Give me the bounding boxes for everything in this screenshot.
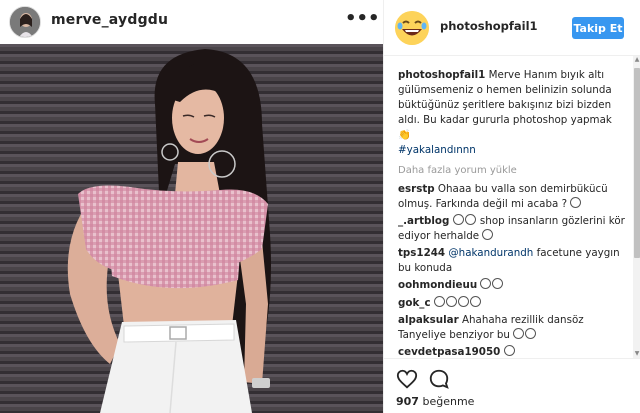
more-options-icon[interactable]: ••• [345, 10, 380, 30]
laugh-emoji-icon [480, 278, 492, 289]
laugh-emoji-icon [433, 295, 445, 307]
comment-mention[interactable]: @hakandurandh [448, 247, 533, 259]
comment-row: oohmondieuu [398, 278, 626, 293]
comments-list: photoshopfail1 Merve Hanım bıyık altı gü… [384, 56, 632, 358]
post-sidebar: photoshopfail1 Takip Et photoshopfail1 M… [383, 0, 640, 413]
laugh-emoji-icon [445, 295, 457, 307]
laugh-emoji-icon [492, 278, 504, 289]
laugh-emoji-icon [482, 228, 494, 240]
laugh-emoji-icon [464, 214, 476, 225]
comment-username[interactable]: oohmondieuu [398, 279, 477, 291]
smile-emoji-icon [570, 196, 582, 208]
account-username[interactable]: photoshopfail1 [440, 19, 538, 33]
heart-icon[interactable] [396, 368, 418, 390]
comment-row: esrstp Ohaaa bu valla son demirbükücü ol… [398, 182, 626, 211]
comments-scrollbar[interactable]: ▲ ▼ [633, 56, 640, 358]
comment-icon[interactable] [428, 368, 450, 390]
laugh-emoji-icon [525, 327, 537, 339]
laugh-emoji-icon [452, 214, 464, 225]
comment-row: cevdetpasa19050 [398, 345, 626, 358]
comment-row: alpaksular Ahahaha rezillik dansöz Tanye… [398, 313, 626, 342]
follow-button[interactable]: Takip Et [572, 17, 624, 39]
comment-username[interactable]: _.artblog [398, 215, 449, 227]
comment-row: _.artblog shop insanların gözlerini kör … [398, 214, 626, 243]
comment-username[interactable]: esrstp [398, 183, 435, 195]
comment-username[interactable]: alpaksular [398, 314, 459, 326]
post-image[interactable] [0, 44, 383, 413]
caption-username[interactable]: photoshopfail1 [398, 69, 485, 81]
sidebar-header: photoshopfail1 Takip Et [384, 0, 640, 56]
likes-number: 907 [396, 395, 419, 408]
caption-hashtag[interactable]: #yakalandınnn [398, 144, 476, 156]
owner-username[interactable]: merve_aydgdu [51, 12, 168, 28]
load-more-comments-link[interactable]: Daha fazla yorum yükle [398, 165, 632, 176]
comment-username[interactable]: gok_c [398, 297, 431, 309]
comment-row: tps1244 @hakandurandh facetune yaygın bu… [398, 246, 626, 275]
likes-label: beğenme [422, 395, 475, 408]
laugh-emoji-icon [513, 327, 525, 339]
post-caption: photoshopfail1 Merve Hanım bıyık altı gü… [398, 68, 626, 158]
post-header: merve_aydgdu ••• [0, 0, 383, 44]
laugh-emoji-icon [503, 345, 515, 356]
post-photo-column: merve_aydgdu ••• [0, 0, 383, 413]
laugh-emoji-icon [469, 295, 481, 307]
likes-count[interactable]: 907 beğenme [396, 395, 474, 408]
comment-username[interactable]: cevdetpasa19050 [398, 346, 500, 358]
comment-row: gok_c [398, 295, 626, 311]
scroll-up-arrow-icon[interactable]: ▲ [633, 56, 640, 64]
comment-username[interactable]: tps1244 [398, 247, 445, 259]
scroll-down-arrow-icon[interactable]: ▼ [633, 350, 640, 358]
laughing-emoji-avatar[interactable] [395, 11, 429, 45]
post-actions: 907 beğenme [384, 358, 640, 413]
laugh-emoji-icon [457, 295, 469, 307]
owner-avatar[interactable] [9, 6, 41, 38]
scroll-thumb[interactable] [634, 68, 640, 258]
